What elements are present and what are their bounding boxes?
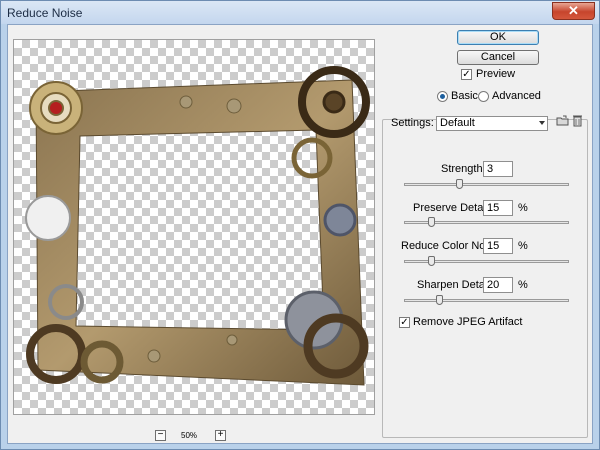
remove-jpeg-artifact-checkbox[interactable]: ✓: [399, 317, 410, 328]
settings-value: Default: [440, 117, 475, 129]
settings-label: Settings:: [391, 117, 434, 129]
preserve-details-input[interactable]: 15: [483, 200, 513, 216]
reduce-color-noise-unit: %: [518, 240, 528, 252]
reduce-color-noise-slider[interactable]: [404, 256, 569, 266]
dialog-window: Reduce Noise ✕ − 50% + OK Cancel ✓ Previ…: [0, 0, 600, 450]
close-button[interactable]: ✕: [552, 2, 595, 20]
advanced-label: Advanced: [492, 90, 541, 102]
title-bar: Reduce Noise ✕: [1, 1, 599, 24]
zoom-out-button[interactable]: −: [155, 430, 166, 441]
advanced-radio[interactable]: [478, 91, 489, 102]
reduce-color-noise-input[interactable]: 15: [483, 238, 513, 254]
gear-top-left: [29, 81, 83, 135]
settings-dropdown[interactable]: Default: [436, 116, 548, 131]
basic-label: Basic: [451, 90, 478, 102]
strength-slider-thumb[interactable]: [456, 179, 463, 189]
save-settings-icon[interactable]: [556, 114, 569, 127]
preserve-details-slider-thumb[interactable]: [428, 217, 435, 227]
preview-checkbox[interactable]: ✓: [461, 69, 472, 80]
preserve-details-slider[interactable]: [404, 217, 569, 227]
ok-button[interactable]: OK: [457, 30, 539, 45]
sharpen-details-input[interactable]: 20: [483, 277, 513, 293]
window-title: Reduce Noise: [7, 6, 83, 20]
sharpen-details-slider-thumb[interactable]: [436, 295, 443, 305]
remove-jpeg-artifact-label: Remove JPEG Artifact: [413, 316, 523, 328]
strength-label: Strength:: [441, 163, 486, 175]
delete-settings-icon[interactable]: [572, 114, 583, 127]
strength-input[interactable]: 3: [483, 161, 513, 177]
sharpen-details-unit: %: [518, 279, 528, 291]
cancel-button[interactable]: Cancel: [457, 50, 539, 65]
preview-image: [25, 66, 370, 386]
preview-pane[interactable]: [13, 39, 375, 415]
dialog-content: − 50% + OK Cancel ✓ Preview Basic Advanc…: [7, 24, 593, 444]
sharpen-details-slider[interactable]: [404, 295, 569, 305]
reduce-color-noise-slider-thumb[interactable]: [428, 256, 435, 266]
zoom-level: 50%: [181, 431, 198, 440]
preserve-details-unit: %: [518, 202, 528, 214]
strength-slider[interactable]: [404, 179, 569, 189]
zoom-in-button[interactable]: +: [215, 430, 226, 441]
close-icon: ✕: [568, 3, 579, 18]
chevron-down-icon: [539, 121, 545, 125]
preview-label: Preview: [476, 68, 516, 80]
basic-radio[interactable]: [437, 91, 448, 102]
